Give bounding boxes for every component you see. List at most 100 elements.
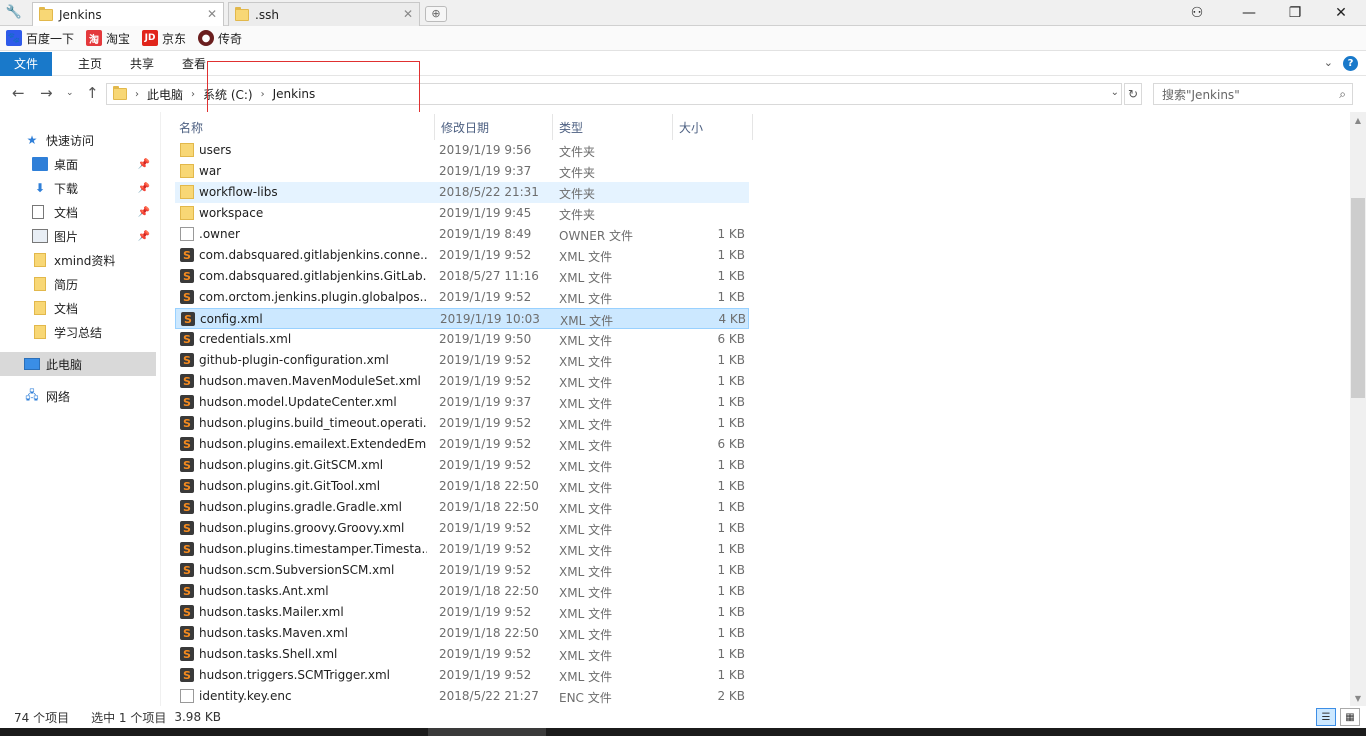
refresh-button[interactable]: ↻ [1124,83,1142,105]
expand-ribbon-icon[interactable]: ⌄ [1324,56,1333,71]
tab-ssh[interactable]: .ssh ✕ [228,2,420,26]
column-header-size[interactable]: 大小 [673,114,753,140]
nav-summary[interactable]: 学习总结 [0,320,156,344]
nav-this-pc[interactable]: 此电脑 [0,352,156,376]
file-row[interactable]: Scredentials.xml 2019/1/19 9:50 XML 文件 6 KB [175,329,749,350]
file-row[interactable]: Shudson.tasks.Ant.xml 2019/1/18 22:50 XML … [175,581,749,602]
file-row[interactable]: Shudson.plugins.build_timeout.operati...… [175,413,749,434]
close-window-button[interactable]: ✕ [1318,0,1364,26]
nav-resume[interactable]: 简历 [0,272,156,296]
search-input[interactable]: 搜索"Jenkins" ⌕ [1153,83,1353,105]
chuanqi-icon: ● [198,30,215,46]
nav-downloads[interactable]: ⬇ 下载 📌 [0,176,156,200]
file-row[interactable]: workspace 2019/1/19 9:45 文件夹 [175,203,749,224]
file-row[interactable]: Shudson.tasks.Shell.xml 2019/1/19 9:52 XML… [175,644,749,665]
nav-xmind[interactable]: xmind资料 [0,248,156,272]
taskbar-item[interactable] [428,728,546,736]
scroll-down-icon[interactable]: ▼ [1350,690,1366,706]
chevron-right-icon[interactable]: › [261,89,265,100]
file-row[interactable]: Scom.dabsquared.gitlabjenkins.GitLab... 2… [175,266,749,287]
nav-desktop[interactable]: 桌面 📌 [0,152,156,176]
nav-documents[interactable]: 文档 📌 [0,200,156,224]
back-icon[interactable]: ← [12,84,25,102]
file-row[interactable]: Shudson.maven.MavenModuleSet.xml 2019/1/1… [175,371,749,392]
new-tab-button[interactable]: ⊕ [425,6,447,22]
recent-dropdown-icon[interactable]: ⌄ [66,88,74,98]
pin-icon: 📌 [137,206,150,218]
file-date: 2019/1/19 9:37 [439,164,532,178]
file-row[interactable]: users 2019/1/19 9:56 文件夹 [175,140,749,161]
nav-network[interactable]: 🖧 网络 [0,384,156,408]
file-row[interactable]: Shudson.plugins.gradle.Gradle.xml 2019/1/… [175,497,749,518]
bookmark-taobao[interactable]: 淘 淘宝 [86,30,130,47]
ribbon-file-tab[interactable]: 文件 [0,51,53,76]
file-type: XML 文件 [559,334,613,348]
tab-strip: 🔧 Jenkins ✕ .ssh ✕ ⊕ ⚇ — ❐ ✕ [0,0,1366,26]
file-name: com.dabsquared.gitlabjenkins.GitLab... [199,269,427,283]
file-name: hudson.scm.SubversionSCM.xml [199,563,395,577]
file-row[interactable]: Shudson.plugins.git.GitSCM.xml 2019/1/19 … [175,455,749,476]
file-size: 1 KB [717,626,745,640]
breadcrumb-drive[interactable]: 系统 (C:) [203,86,253,103]
column-header-date[interactable]: 修改日期 [435,114,553,140]
help-icon[interactable]: ? [1343,56,1358,71]
ribbon-share-tab[interactable]: 共享 [116,52,168,76]
close-icon[interactable]: ✕ [403,7,413,21]
bookmark-baidu[interactable]: 🐾 百度一下 [6,30,74,47]
bookmark-label: 传奇 [218,31,243,46]
large-icons-view-button[interactable]: ▦ [1340,708,1360,726]
nav-docs2[interactable]: 文档 [0,296,156,320]
file-type: XML 文件 [559,565,613,579]
tab-jenkins[interactable]: Jenkins ✕ [32,2,224,26]
minimize-button[interactable]: — [1226,0,1272,26]
chevron-right-icon[interactable]: › [191,89,195,100]
breadcrumb-this-pc[interactable]: 此电脑 [147,86,183,103]
file-size: 1 KB [717,395,745,409]
scrollbar-thumb[interactable] [1351,198,1365,398]
column-header-name[interactable]: 名称 [173,114,435,140]
file-row[interactable]: Shudson.plugins.timestamper.Timesta... 20… [175,539,749,560]
column-header-type[interactable]: 类型 [553,114,673,140]
file-type: XML 文件 [559,544,613,558]
file-row[interactable]: Shudson.plugins.groovy.Groovy.xml 2019/1/… [175,518,749,539]
bookmark-chuanqi[interactable]: ● 传奇 [198,30,242,47]
file-row[interactable]: Sgithub-plugin-configuration.xml 2019/1/1… [175,350,749,371]
breadcrumb-jenkins[interactable]: Jenkins [273,87,316,101]
maximize-button[interactable]: ❐ [1272,0,1318,26]
wrench-icon[interactable]: 🔧 [2,2,26,22]
file-row[interactable]: workflow-libs 2018/5/22 21:31 文件夹 [175,182,749,203]
scroll-up-icon[interactable]: ▲ [1350,112,1366,128]
file-row[interactable]: Shudson.plugins.git.GitTool.xml 2019/1/18… [175,476,749,497]
up-icon[interactable]: ↑ [86,84,99,102]
close-icon[interactable]: ✕ [207,7,217,21]
file-row[interactable]: Shudson.tasks.Mailer.xml 2019/1/19 9:52 XM… [175,602,749,623]
file-row[interactable]: Shudson.tasks.Maven.xml 2019/1/18 22:50 XM… [175,623,749,644]
file-row[interactable]: Shudson.model.UpdateCenter.xml 2019/1/19 … [175,392,749,413]
vertical-scrollbar[interactable]: ▲ ▼ [1350,112,1366,706]
xml-file-icon: S [180,332,194,346]
file-row[interactable]: Scom.dabsquared.gitlabjenkins.conne... 20… [175,245,749,266]
file-date: 2019/1/19 9:52 [439,521,532,535]
file-row[interactable]: war 2019/1/19 9:37 文件夹 [175,161,749,182]
file-row[interactable]: identity.key.enc 2018/5/22 21:27 ENC 文件 2 K… [175,686,749,707]
details-view-button[interactable]: ☰ [1316,708,1336,726]
chevron-down-icon[interactable]: ⌄ [1111,87,1119,98]
address-bar[interactable]: › 此电脑 › 系统 (C:) › Jenkins ⌄ [106,83,1122,105]
status-bar: 74 个项目 选中 1 个项目 3.98 KB ☰ ▦ [0,706,1366,728]
ribbon-view-tab[interactable]: 查看 [168,52,220,76]
file-row[interactable]: Sconfig.xml 2019/1/19 10:03 XML 文件 4 KB [175,308,749,329]
file-row[interactable]: Shudson.plugins.emailext.ExtendedEm... 20… [175,434,749,455]
file-row[interactable]: Shudson.scm.SubversionSCM.xml 2019/1/19 9… [175,560,749,581]
file-row[interactable]: Shudson.triggers.SCMTrigger.xml 2019/1/19… [175,665,749,686]
file-row[interactable]: Scom.orctom.jenkins.plugin.globalpos... 2… [175,287,749,308]
nav-pictures[interactable]: 图片 📌 [0,224,156,248]
file-name: war [199,164,222,178]
bookmark-jd[interactable]: JD 京东 [142,30,186,47]
user-icon[interactable]: ⚇ [1174,0,1220,26]
file-row[interactable]: .owner 2019/1/19 8:49 OWNER 文件 1 KB [175,224,749,245]
ribbon-home-tab[interactable]: 主页 [64,52,116,76]
file-name: workflow-libs [199,185,278,199]
forward-icon[interactable]: → [40,84,53,102]
file-type: OWNER 文件 [559,229,634,243]
nav-quick-access[interactable]: ★ 快速访问 [0,128,156,152]
